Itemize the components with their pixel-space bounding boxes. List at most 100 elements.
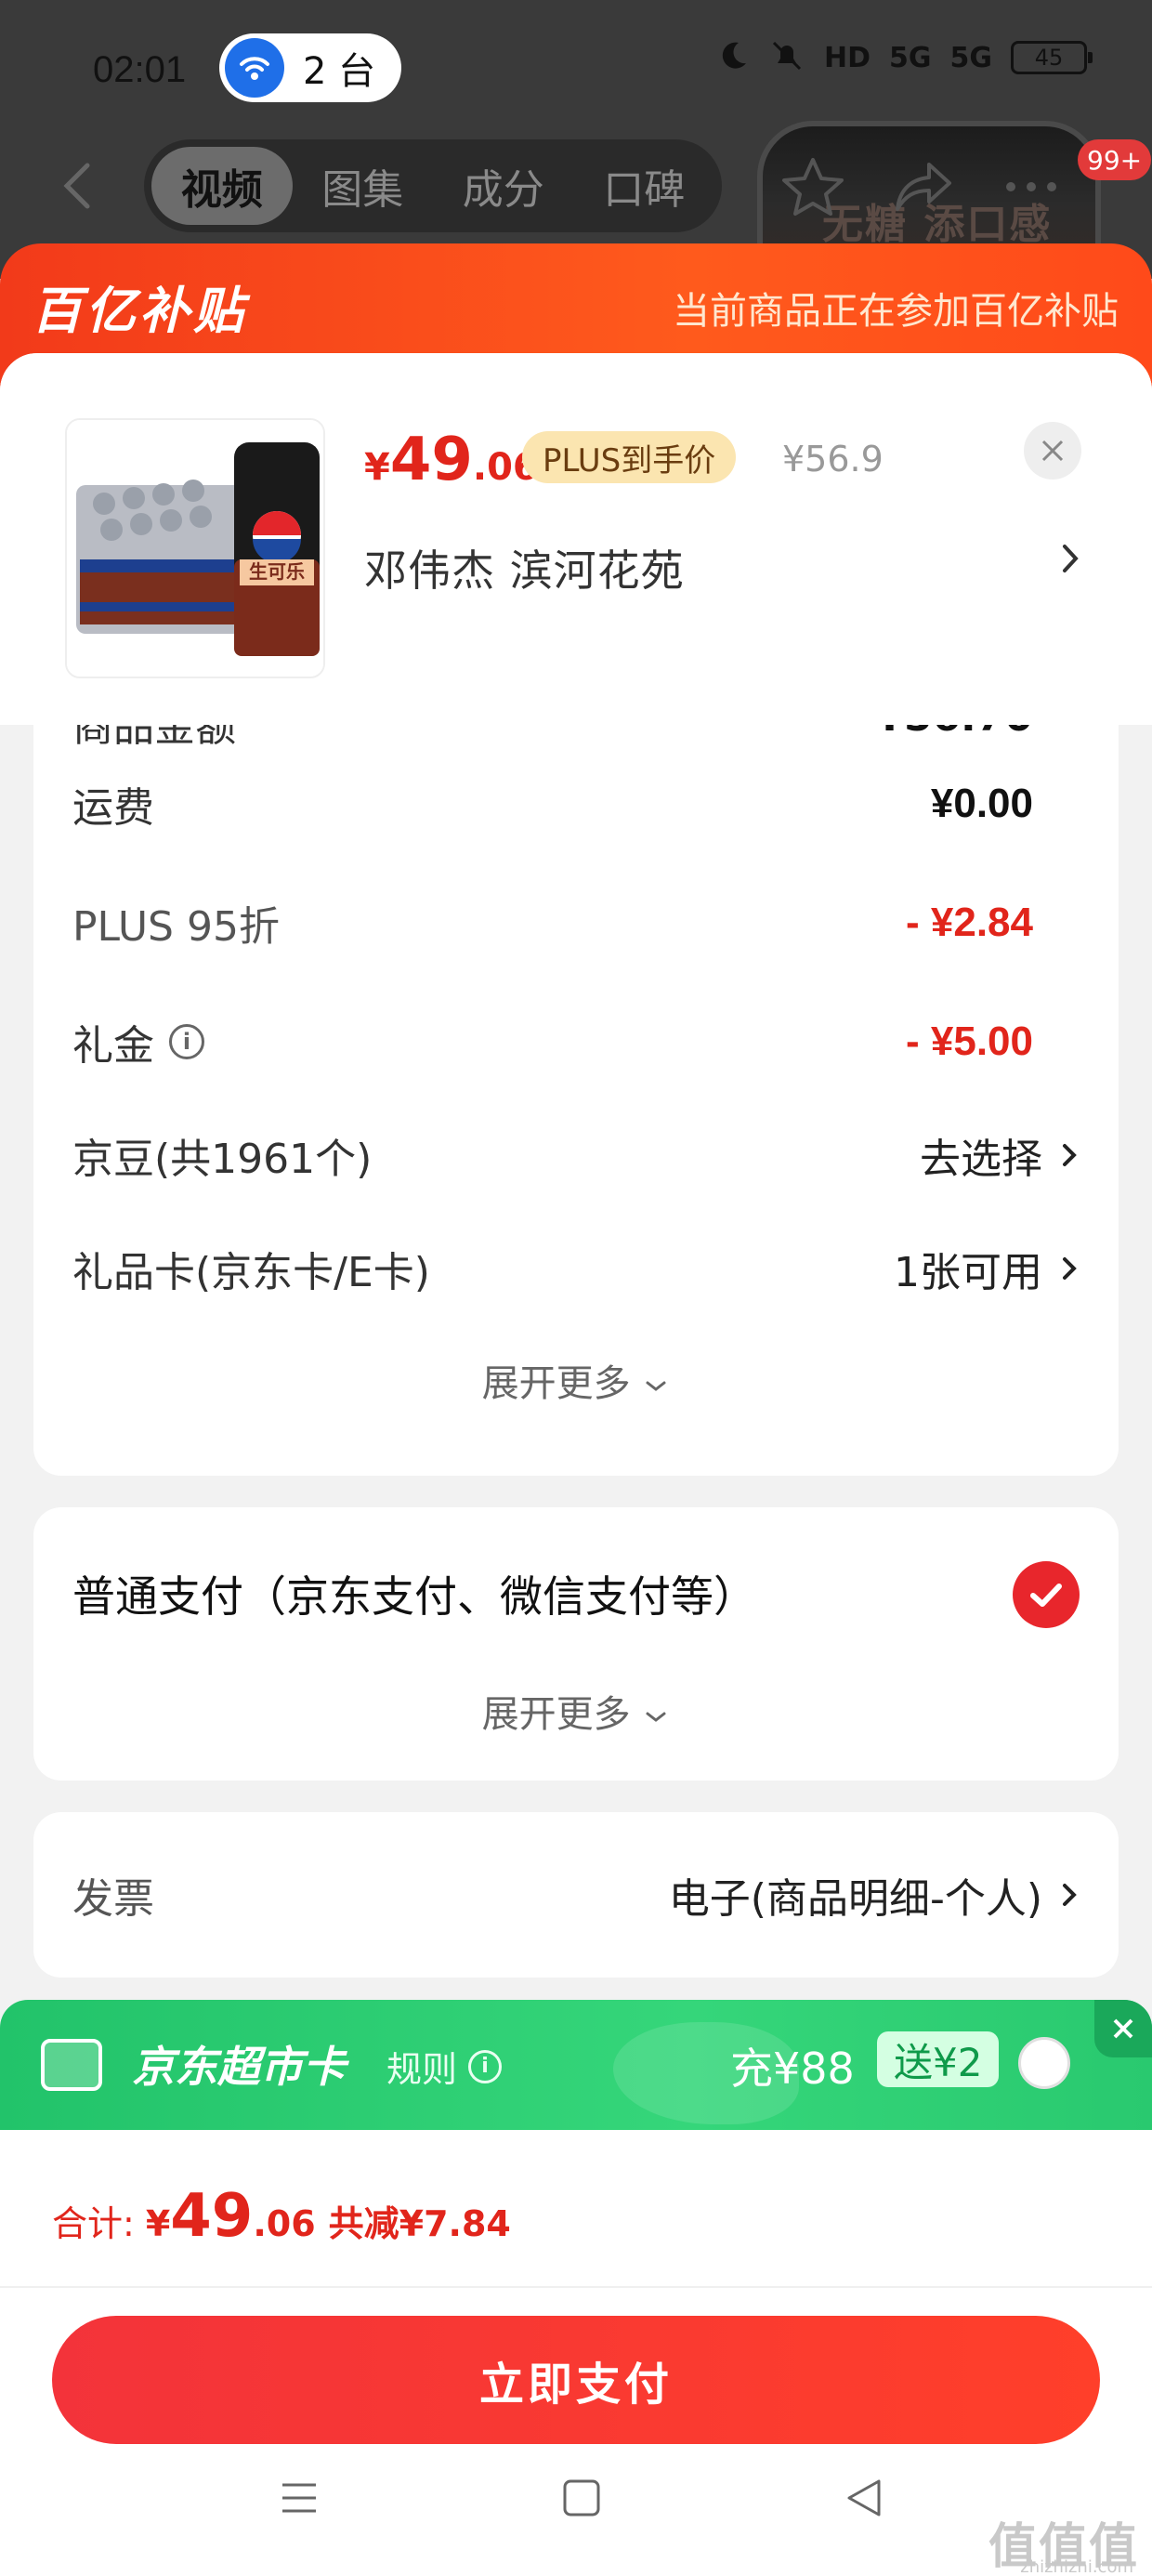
price-symbol: ¥ bbox=[364, 446, 390, 489]
total-label: 合计: bbox=[52, 2203, 135, 2244]
partial-row-goods-amount: 商品金额 ¥56.70 bbox=[72, 725, 1080, 749]
gift-money-value: - ¥5.00 bbox=[906, 1019, 1033, 1064]
supermarket-card-promo: 京东超市卡 规则 i 充¥88 送¥2 bbox=[0, 2000, 1152, 2130]
nav-icons bbox=[780, 156, 1059, 221]
subsidy-logo: 百亿补贴 bbox=[32, 282, 247, 340]
plus-discount-value: - ¥2.84 bbox=[906, 900, 1033, 945]
sheet-body: 生可乐 ¥ 49 .06 PLUS到手价 ¥56.9 邓伟杰 滨河花苑 商品金额… bbox=[0, 353, 1152, 2576]
jd-beans-action-group[interactable]: 去选择 bbox=[920, 1125, 1080, 1185]
status-bar: 02:01 2 台 HD 5G 5G 45 bbox=[0, 28, 1152, 112]
close-icon bbox=[1113, 2018, 1133, 2039]
expand-more-payment[interactable]: 展开更多 bbox=[33, 1684, 1119, 1738]
gift-money-label: 礼金 bbox=[72, 1022, 154, 1070]
checkout-sheet: 百亿补贴 当前商品正在参加百亿补贴 生可乐 ¥ 49 .06 PLUS到手价 ¥… bbox=[0, 243, 1152, 2576]
status-icons: HD 5G 5G 45 bbox=[716, 37, 1093, 78]
mute-bell-icon bbox=[768, 37, 805, 78]
goods-amount-value: ¥56.70 bbox=[875, 725, 1033, 741]
svg-text:生可乐: 生可乐 bbox=[249, 560, 305, 583]
chevron-right-icon bbox=[1063, 1884, 1077, 1906]
plus-price-tag: PLUS到手价 bbox=[522, 431, 737, 483]
chevron-down-icon bbox=[646, 1712, 666, 1722]
jd-beans-label: 京豆(共1961个) bbox=[72, 1136, 373, 1183]
chevron-right-icon bbox=[1063, 1144, 1077, 1166]
supermarket-card-title: 京东超市卡 bbox=[132, 2042, 346, 2092]
divider bbox=[0, 2286, 1152, 2288]
media-tabs: 视频 图集 成分 口碑 bbox=[144, 139, 722, 232]
total-saved: 共减¥7.84 bbox=[328, 2203, 511, 2244]
gift-card-row[interactable]: 礼品卡(京东卡/E卡) 1张可用 bbox=[72, 1227, 1080, 1310]
chevron-right-icon[interactable] bbox=[1057, 535, 1083, 585]
share-icon[interactable] bbox=[892, 159, 957, 218]
tab-reviews[interactable]: 口碑 bbox=[574, 147, 715, 225]
status-time: 02:01 bbox=[93, 48, 187, 90]
more-icon[interactable] bbox=[1003, 177, 1059, 200]
tab-gallery[interactable]: 图集 bbox=[293, 147, 434, 225]
payment-method-card: 普通支付（京东支付、微信支付等） 展开更多 bbox=[33, 1507, 1119, 1781]
expand-more-label: 展开更多 bbox=[481, 1362, 631, 1405]
product-nav: 视频 图集 成分 口碑 bbox=[0, 139, 1152, 232]
invoice-label: 发票 bbox=[72, 1875, 154, 1923]
goods-amount-label: 商品金额 bbox=[72, 725, 236, 749]
chevron-right-icon bbox=[1063, 1257, 1077, 1280]
delivery-address[interactable]: 邓伟杰 滨河花苑 bbox=[364, 537, 685, 598]
jd-beans-row[interactable]: 京豆(共1961个) 去选择 bbox=[72, 1113, 1080, 1197]
close-button[interactable] bbox=[1024, 422, 1081, 480]
bonus-tag: 送¥2 bbox=[877, 2031, 1000, 2087]
close-promo-button[interactable] bbox=[1094, 2000, 1152, 2057]
invoice-row[interactable]: 发票 电子(商品明细-个人) bbox=[72, 1853, 1080, 1937]
tab-video[interactable]: 视频 bbox=[151, 147, 293, 225]
total-decimal: .06 bbox=[253, 2203, 316, 2244]
rules-link[interactable]: 规则 i bbox=[386, 2041, 503, 2092]
plus-discount-row: PLUS 95折 - ¥2.84 bbox=[72, 881, 1080, 965]
invoice-card[interactable]: 发票 电子(商品明细-个人) bbox=[33, 1812, 1119, 1978]
jd-beans-action: 去选择 bbox=[920, 1136, 1042, 1183]
hd-indicator: HD bbox=[823, 41, 871, 74]
product-summary: 生可乐 ¥ 49 .06 PLUS到手价 ¥56.9 邓伟杰 滨河花苑 bbox=[0, 353, 1152, 725]
subsidy-note: 当前商品正在参加百亿补贴 bbox=[673, 290, 1119, 333]
back-icon[interactable] bbox=[844, 2477, 884, 2522]
subsidy-header: 百亿补贴 当前商品正在参加百亿补贴 bbox=[0, 243, 1152, 355]
battery-icon: 45 bbox=[1011, 41, 1093, 74]
hotspot-icon bbox=[225, 38, 284, 98]
info-icon: i bbox=[468, 2049, 503, 2083]
gift-money-label-group: 礼金 i bbox=[72, 1012, 204, 1071]
select-radio[interactable] bbox=[1018, 2037, 1070, 2089]
fee-list: 商品金额 ¥56.70 运费 ¥0.00 PLUS 95折 - ¥2.84 礼金… bbox=[33, 725, 1119, 1476]
shipping-label: 运费 bbox=[72, 784, 154, 832]
product-thumbnail: 生可乐 bbox=[65, 418, 325, 678]
total-summary: 合计: ¥ 49 .06 共减¥7.84 bbox=[52, 2182, 511, 2251]
system-navigation-bar bbox=[0, 2437, 1152, 2576]
gift-money-row: 礼金 i - ¥5.00 bbox=[72, 1000, 1080, 1084]
home-icon[interactable] bbox=[561, 2477, 602, 2522]
message-badge: 99+ bbox=[1078, 139, 1152, 180]
tab-ingredients[interactable]: 成分 bbox=[433, 147, 574, 225]
chevron-down-icon bbox=[646, 1381, 666, 1391]
gift-card-action-group[interactable]: 1张可用 bbox=[894, 1239, 1080, 1298]
pay-now-button[interactable]: 立即支付 bbox=[52, 2316, 1100, 2444]
shipping-row: 运费 ¥0.00 bbox=[72, 762, 1080, 846]
signal-5g-2: 5G bbox=[949, 41, 993, 74]
expand-more-label: 展开更多 bbox=[481, 1693, 631, 1736]
rules-label: 规则 bbox=[386, 2049, 458, 2090]
total-symbol: ¥ bbox=[145, 2203, 171, 2244]
original-price: ¥56.9 bbox=[782, 439, 884, 480]
watermark-url: zhizhizhi.com bbox=[1020, 2557, 1133, 2576]
back-arrow-icon[interactable] bbox=[58, 158, 98, 214]
gift-card-action: 1张可用 bbox=[894, 1249, 1042, 1296]
close-icon bbox=[1041, 440, 1064, 462]
hotspot-count: 2 台 bbox=[303, 50, 376, 93]
background-product-page: 无糖 添口感 02:01 2 台 HD 5G 5G 45 视频 图集 成分 口碑 bbox=[0, 0, 1152, 279]
payment-method-label[interactable]: 普通支付（京东支付、微信支付等） bbox=[72, 1563, 756, 1624]
expand-more-fees[interactable]: 展开更多 bbox=[33, 1353, 1119, 1407]
plus-discount-label: PLUS 95折 bbox=[72, 903, 280, 951]
gift-card-label: 礼品卡(京东卡/E卡) bbox=[72, 1249, 430, 1296]
invoice-value: 电子(商品明细-个人) bbox=[668, 1875, 1042, 1923]
checkmark-icon[interactable] bbox=[1013, 1561, 1080, 1628]
price-integer: 49 bbox=[389, 426, 473, 494]
total-integer: 49 bbox=[170, 2182, 254, 2251]
star-icon[interactable] bbox=[780, 156, 845, 221]
hotspot-indicator[interactable]: 2 台 bbox=[219, 33, 401, 102]
invoice-action-group[interactable]: 电子(商品明细-个人) bbox=[669, 1865, 1080, 1925]
info-icon[interactable]: i bbox=[169, 1024, 204, 1059]
menu-icon[interactable] bbox=[279, 2477, 320, 2522]
